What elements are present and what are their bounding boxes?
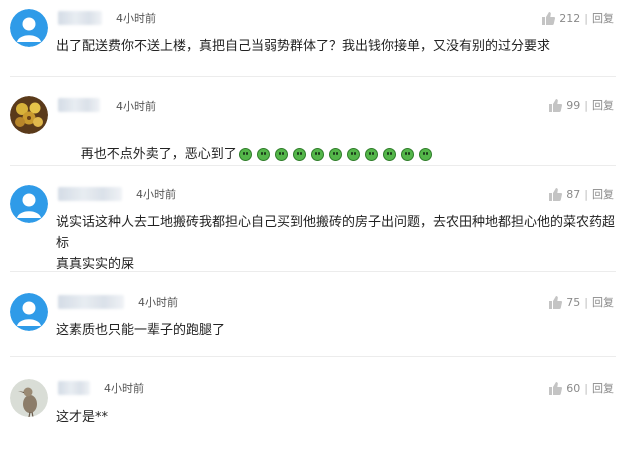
divider — [10, 76, 616, 77]
username-blurred[interactable] — [58, 98, 100, 112]
comment-item: 4小时前 60 | 回复 这才是** — [0, 379, 640, 439]
sick-face-emoji-icon — [382, 148, 396, 161]
thumbs-up-icon — [542, 11, 556, 25]
sick-face-emoji-icon — [364, 148, 378, 161]
reply-button[interactable]: 回复 — [592, 294, 614, 310]
comment-item: 4小时前 99 | 回复 再也不点外卖了，恶心到了 — [0, 96, 640, 162]
comment-stats: 212 | 回复 — [541, 10, 614, 26]
like-count: 87 — [566, 187, 581, 201]
sick-face-emoji-icon — [292, 148, 306, 161]
like-count: 75 — [566, 295, 581, 309]
thumbs-up-icon — [549, 381, 563, 395]
divider — [10, 271, 616, 272]
comment-stats: 75 | 回复 — [548, 294, 614, 310]
username-blurred[interactable] — [58, 187, 122, 201]
comment-stats: 99 | 回复 — [548, 97, 614, 113]
sick-face-emoji-icon — [274, 148, 288, 161]
comment-text: 这素质也只能一辈子的跑腿了 — [56, 323, 226, 338]
avatar[interactable] — [10, 293, 48, 331]
comment-item: 4小时前 87 | 回复 说实话这种人去工地搬砖我都担心自己买到他搬砖的房子出问… — [0, 185, 640, 272]
comment-text-content: 再也不点外卖了，恶心到了 — [80, 147, 237, 162]
sick-face-emoji-icon — [400, 148, 414, 161]
default-user-icon — [10, 293, 48, 331]
separator: | — [584, 98, 588, 112]
avatar[interactable] — [10, 96, 48, 134]
like-count: 60 — [566, 381, 581, 395]
like-button[interactable]: 212 — [541, 11, 581, 25]
comment-text: 这才是** — [56, 410, 109, 425]
like-button[interactable]: 87 — [548, 187, 581, 201]
sick-face-emoji-icon — [238, 148, 252, 161]
username-blurred[interactable] — [58, 381, 90, 395]
like-button[interactable]: 60 — [548, 381, 581, 395]
reply-button[interactable]: 回复 — [592, 186, 614, 202]
separator: | — [584, 295, 588, 309]
comment-stats: 60 | 回复 — [548, 380, 614, 396]
like-count: 212 — [559, 11, 581, 25]
reply-button[interactable]: 回复 — [592, 380, 614, 396]
thumbs-up-icon — [549, 187, 563, 201]
comment-item: 4小时前 212 | 回复 出了配送费你不送上楼，真把自己当弱势群体了？我出钱你… — [0, 9, 640, 69]
user-photo-icon — [10, 96, 48, 134]
like-button[interactable]: 99 — [548, 98, 581, 112]
default-user-icon — [10, 9, 48, 47]
user-photo-icon — [10, 379, 48, 417]
sick-face-emoji-icon — [256, 148, 270, 161]
reply-button[interactable]: 回复 — [592, 97, 614, 113]
username-blurred[interactable] — [58, 11, 102, 25]
thumbs-up-icon — [549, 98, 563, 112]
avatar[interactable] — [10, 9, 48, 47]
like-button[interactable]: 75 — [548, 295, 581, 309]
separator: | — [584, 381, 588, 395]
comment-time: 4小时前 — [104, 382, 144, 395]
comment-item: 4小时前 75 | 回复 这素质也只能一辈子的跑腿了 — [0, 293, 640, 353]
avatar[interactable] — [10, 185, 48, 223]
thumbs-up-icon — [549, 295, 563, 309]
sick-face-emoji-icon — [328, 148, 342, 161]
sick-face-emoji-icon — [418, 148, 432, 161]
comment-stats: 87 | 回复 — [548, 186, 614, 202]
comment-text: 再也不点外卖了，恶心到了 — [56, 123, 616, 186]
comment-list: 4小时前 212 | 回复 出了配送费你不送上楼，真把自己当弱势群体了？我出钱你… — [0, 0, 640, 462]
avatar[interactable] — [10, 379, 48, 417]
sick-face-emoji-icon — [310, 148, 324, 161]
like-count: 99 — [566, 98, 581, 112]
username-blurred[interactable] — [58, 295, 124, 309]
emoji-row — [238, 148, 437, 161]
reply-button[interactable]: 回复 — [592, 10, 614, 26]
divider — [10, 356, 616, 357]
separator: | — [584, 187, 588, 201]
comment-time: 4小时前 — [116, 12, 156, 25]
divider — [10, 165, 616, 166]
comment-text: 出了配送费你不送上楼，真把自己当弱势群体了？我出钱你接单，又没有别的过分要求 — [56, 39, 551, 54]
comment-time: 4小时前 — [138, 296, 178, 309]
default-user-icon — [10, 185, 48, 223]
comment-text: 说实话这种人去工地搬砖我都担心自己买到他搬砖的房子出问题，去农田种地都担心他的菜… — [56, 215, 616, 272]
comment-time: 4小时前 — [136, 188, 176, 201]
separator: | — [584, 11, 588, 25]
sick-face-emoji-icon — [346, 148, 360, 161]
comment-time: 4小时前 — [116, 100, 156, 113]
